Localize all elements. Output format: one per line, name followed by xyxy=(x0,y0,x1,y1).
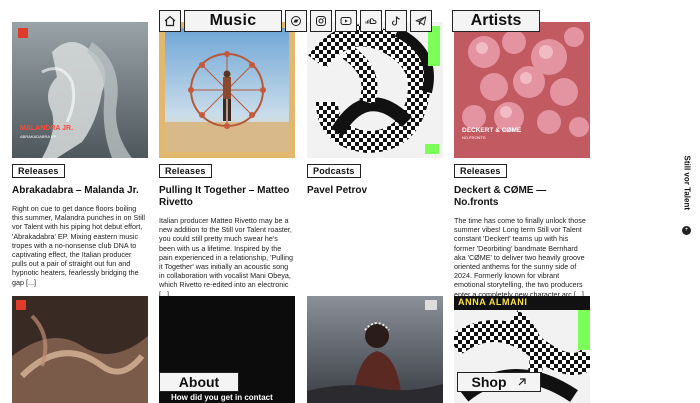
tiktok-link[interactable] xyxy=(385,10,407,32)
release-excerpt: Italian producer Matteo Rivetto may be a… xyxy=(159,216,294,299)
youtube-icon xyxy=(340,17,352,25)
home-button[interactable] xyxy=(159,10,181,32)
release-title[interactable]: Abrakadabra – Malanda Jr. xyxy=(12,185,148,197)
cover-image[interactable] xyxy=(12,296,148,403)
side-label[interactable]: Still vor Talent + xyxy=(680,156,694,240)
release-card-deckert[interactable]: DECKERT & CØME NO.FRONTS Releases Decker… xyxy=(454,22,590,299)
bandcamp-icon xyxy=(291,16,301,26)
info-dot-icon[interactable]: + xyxy=(682,226,691,235)
release-excerpt: The time has come to finally unlock thos… xyxy=(454,216,586,299)
release-card-rivetto[interactable]: Releases Pulling It Together – Matteo Ri… xyxy=(159,22,295,299)
arrow-up-right-icon xyxy=(518,378,526,386)
release-excerpt: Right on cue to get dance floors boiling… xyxy=(12,204,146,287)
soundcloud-link[interactable] xyxy=(360,10,382,32)
artist-name-label: ANNA ALMANI xyxy=(458,297,528,307)
category-tag[interactable]: Podcasts xyxy=(307,164,361,178)
category-tag[interactable]: Releases xyxy=(454,164,507,178)
release-title[interactable]: Deckert & CØME — No.fronts xyxy=(454,185,590,209)
podcast-title[interactable]: Pavel Petrov xyxy=(307,185,443,197)
about-button[interactable]: About xyxy=(159,372,239,392)
bandcamp-link[interactable] xyxy=(285,10,307,32)
about-card[interactable]: About How did you get in contact xyxy=(159,296,295,403)
telegram-link[interactable] xyxy=(410,10,432,32)
shop-button[interactable]: Shop xyxy=(457,372,541,392)
svg-text:NO.FRONTS: NO.FRONTS xyxy=(462,135,486,140)
bottom-card-1[interactable] xyxy=(12,296,148,403)
home-icon xyxy=(164,15,176,27)
soundcloud-icon xyxy=(365,18,377,24)
podcast-cover-image[interactable] xyxy=(307,22,443,158)
bottom-card-3[interactable] xyxy=(307,296,443,403)
instagram-link[interactable] xyxy=(310,10,332,32)
cover-caption: DECKERT & CØME xyxy=(462,127,522,134)
youtube-link[interactable] xyxy=(335,10,357,32)
release-cover-image[interactable]: MALANDRA JR. ABRAKADABRA EP xyxy=(12,22,148,158)
artists-menu-button[interactable]: Artists xyxy=(452,10,540,32)
shop-label: Shop xyxy=(471,374,507,390)
category-tag[interactable]: Releases xyxy=(12,164,65,178)
site-name-vertical: Still vor Talent xyxy=(682,155,692,211)
podcast-card-petrov[interactable]: Podcasts Pavel Petrov xyxy=(307,22,443,197)
instagram-icon xyxy=(316,16,326,26)
tiktok-icon xyxy=(391,16,400,26)
release-cover-image[interactable]: DECKERT & CØME NO.FRONTS xyxy=(454,22,590,158)
about-teaser: How did you get in contact xyxy=(171,393,273,402)
cover-image[interactable] xyxy=(307,296,443,403)
svg-text:ABRAKADABRA EP: ABRAKADABRA EP xyxy=(20,134,57,139)
shop-card[interactable]: ANNA ALMANI Shop xyxy=(454,296,590,403)
release-title[interactable]: Pulling It Together – Matteo Rivetto xyxy=(159,185,295,209)
music-menu-button[interactable]: Music xyxy=(184,10,282,32)
release-cover-image[interactable] xyxy=(159,22,295,158)
cover-caption: MALANDRA JR. xyxy=(20,125,73,132)
category-tag[interactable]: Releases xyxy=(159,164,212,178)
telegram-icon xyxy=(415,16,427,26)
top-nav: Music xyxy=(159,10,432,32)
release-card-malanda[interactable]: MALANDRA JR. ABRAKADABRA EP Releases Abr… xyxy=(12,22,148,287)
